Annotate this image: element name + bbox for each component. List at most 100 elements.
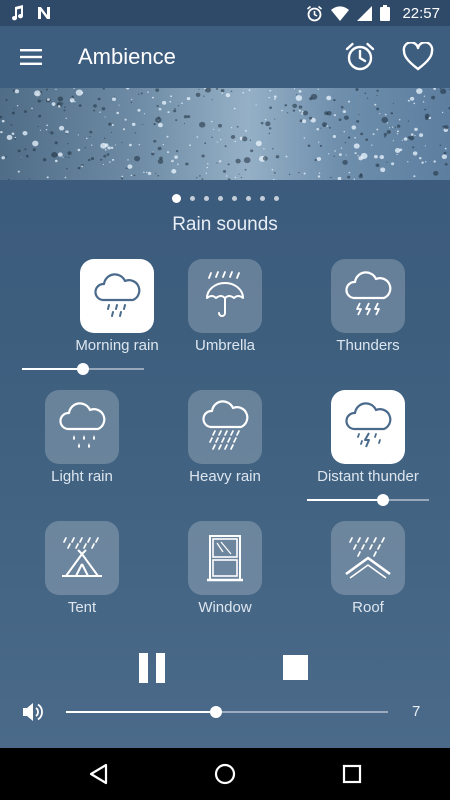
rain-drop	[65, 132, 68, 135]
section-title: Rain sounds	[172, 214, 278, 235]
sound-button-tent[interactable]	[45, 521, 119, 595]
rain-drop	[286, 112, 289, 114]
rain-drop	[54, 159, 58, 163]
rain-drop	[67, 143, 69, 145]
sound-volume-slider-distant-thunder[interactable]	[307, 494, 429, 506]
page-dot[interactable]	[217, 196, 223, 201]
page-dot[interactable]	[231, 196, 237, 201]
page-dot[interactable]	[203, 196, 209, 201]
rain-drop	[260, 121, 264, 125]
sound-tile-umbrella[interactable]: Umbrella	[154, 259, 294, 379]
page-dot[interactable]	[259, 196, 265, 201]
rain-drop	[195, 92, 201, 97]
sound-button-morning-rain[interactable]	[80, 259, 154, 333]
rain-drop	[124, 118, 127, 121]
rain-drop	[11, 111, 15, 115]
sound-tile-roof[interactable]: Roof	[297, 521, 437, 641]
pause-icon	[139, 653, 148, 683]
rain-drop	[48, 131, 50, 133]
rain-drop	[358, 174, 363, 179]
rain-drop	[183, 115, 188, 119]
rain-drop	[100, 158, 103, 161]
sound-tile-thunders[interactable]: Thunders	[297, 259, 437, 379]
page-dot[interactable]	[245, 196, 251, 201]
rain-drop	[65, 156, 67, 158]
rain-drop	[216, 162, 218, 164]
rain-drop	[409, 96, 415, 101]
sound-button-heavy-rain[interactable]	[188, 390, 262, 464]
rain-drop	[5, 156, 8, 158]
back-icon[interactable]	[86, 762, 110, 786]
sound-button-roof[interactable]	[331, 521, 405, 595]
page-indicator[interactable]	[0, 194, 450, 203]
rain-drop	[171, 159, 174, 163]
rain-drop	[77, 166, 81, 170]
hamburger-menu-icon[interactable]	[0, 26, 62, 88]
rain-drop	[227, 163, 230, 166]
rain-drop	[309, 116, 313, 120]
rain-drop	[57, 152, 63, 157]
sound-volume-slider-morning-rain[interactable]	[22, 363, 144, 375]
sound-button-thunders[interactable]	[331, 259, 405, 333]
rain-drop	[424, 108, 427, 111]
speaker-icon[interactable]	[22, 701, 44, 728]
rain-drop	[167, 111, 170, 114]
rain-drop	[157, 122, 163, 128]
stop-button[interactable]	[283, 655, 308, 680]
rain-drop	[394, 148, 401, 153]
rain-drop	[77, 134, 80, 136]
rain-drop	[391, 126, 394, 128]
sound-tile-light-rain[interactable]: Light rain	[11, 390, 151, 510]
rain-drop	[104, 116, 106, 118]
home-icon[interactable]	[213, 762, 237, 786]
sound-button-distant-thunder[interactable]	[331, 390, 405, 464]
page-dot[interactable]	[273, 196, 279, 201]
rain-drop	[338, 118, 342, 121]
slider-thumb[interactable]	[77, 363, 89, 375]
slider-thumb[interactable]	[377, 494, 389, 506]
rain-drop	[396, 130, 399, 133]
cloud-thunder-icon	[345, 402, 392, 448]
pause-button[interactable]	[139, 653, 169, 683]
rain-drop	[51, 151, 58, 158]
page-dot[interactable]	[189, 196, 195, 201]
alarm-clock-icon[interactable]	[342, 39, 378, 75]
rain-drop	[396, 124, 401, 128]
rain-drop	[360, 132, 364, 136]
rain-drop	[169, 100, 172, 103]
rain-drop	[109, 161, 111, 163]
rain-drop	[106, 153, 110, 156]
sound-tile-distant-thunder[interactable]: Distant thunder	[297, 390, 437, 510]
rain-drop	[207, 163, 209, 165]
rain-drop	[244, 130, 247, 132]
sound-tile-tent[interactable]: Tent	[11, 521, 151, 641]
sound-label: Distant thunder	[317, 468, 419, 485]
rain-drop	[375, 163, 380, 168]
heart-icon[interactable]	[400, 39, 436, 75]
sound-tile-heavy-rain[interactable]: Heavy rain	[154, 390, 294, 510]
sound-button-window[interactable]	[188, 521, 262, 595]
rain-drop	[269, 106, 273, 109]
recents-icon[interactable]	[340, 762, 364, 786]
rain-drop	[412, 151, 418, 156]
rain-drop	[1, 119, 5, 123]
rain-drop	[273, 172, 276, 174]
rain-drop	[390, 112, 394, 115]
sound-tile-window[interactable]: Window	[154, 521, 294, 641]
page-dot[interactable]	[171, 194, 181, 203]
rain-drop	[403, 137, 408, 141]
rain-drop	[238, 173, 240, 175]
sound-button-umbrella[interactable]	[188, 259, 262, 333]
rain-drop	[307, 144, 311, 148]
rain-drop	[147, 171, 152, 176]
volume-slider-thumb[interactable]	[210, 706, 222, 718]
rain-drop	[63, 109, 66, 112]
rain-drop	[268, 127, 272, 130]
rain-drop	[272, 148, 274, 150]
rain-drop	[376, 107, 380, 111]
banner-image[interactable]	[0, 88, 450, 180]
rain-drop	[394, 127, 397, 129]
status-time: 22:57	[402, 4, 440, 22]
sound-button-light-rain[interactable]	[45, 390, 119, 464]
rain-drop	[414, 135, 416, 137]
